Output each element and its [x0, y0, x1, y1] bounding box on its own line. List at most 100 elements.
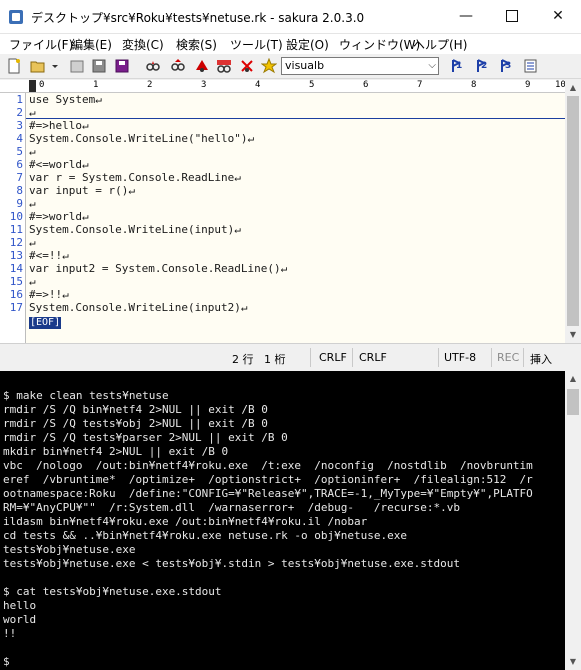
scroll-down-icon[interactable]: ▼	[565, 654, 581, 670]
close-file-icon[interactable]	[69, 58, 85, 74]
terminal-line: vbc /nologo /out:bin¥netf4¥roku.exe /t:e…	[3, 459, 533, 472]
terminal-scrollbar[interactable]: ▲ ▼	[565, 371, 581, 670]
terminal-line: world	[3, 613, 37, 626]
menu-file[interactable]: ファイル(F)	[9, 36, 73, 53]
editor-line[interactable]: 10 #=>world↵	[0, 210, 565, 223]
status-eol-input[interactable]: CRLF	[319, 351, 347, 364]
code-text: ↵	[29, 236, 36, 249]
editor-line[interactable]: 3 #=>hello↵	[0, 119, 565, 132]
ruler-cursor-marker	[29, 80, 36, 92]
terminal-output[interactable]: $ make clean tests¥netuse rmdir /S /Q bi…	[0, 371, 565, 670]
line-number: 14	[9, 262, 23, 275]
save-as-icon[interactable]	[114, 58, 130, 74]
terminal-prompt: $	[3, 655, 10, 668]
terminal-line: mkdir bin¥netf4 2>NUL || exit /B 0	[3, 445, 229, 458]
open-dropdown-icon[interactable]	[50, 58, 60, 74]
status-divider	[310, 348, 311, 367]
terminal-line: hello	[3, 599, 37, 612]
editor-line[interactable]: 14 var input2 = System.Console.ReadLine()…	[0, 262, 565, 275]
menu-settings[interactable]: 設定(O)	[286, 36, 329, 53]
editor-line[interactable]: 12 ↵	[0, 236, 565, 249]
line-number: 15	[9, 275, 23, 288]
highlight-search-icon[interactable]	[261, 58, 277, 74]
editor-line[interactable]: 5 ↵	[0, 145, 565, 158]
ruler-tick: 8	[471, 80, 477, 90]
line-number: 8	[16, 184, 23, 197]
code-text: use System↵	[29, 93, 102, 106]
new-file-icon[interactable]	[6, 58, 22, 74]
code-text: #=>!!↵	[29, 288, 69, 301]
editor-line[interactable]: 13 #<=!!↵	[0, 249, 565, 262]
status-divider	[523, 348, 524, 367]
line-number: 6	[16, 158, 23, 171]
line-number: 7	[16, 171, 23, 184]
bookmark-list-icon[interactable]	[523, 58, 539, 74]
menu-edit[interactable]: 編集(E)	[71, 36, 112, 53]
toolbar: visualb ⌵ 1 2 3	[0, 54, 581, 79]
line-number: 13	[9, 249, 23, 262]
code-text: var input2 = System.Console.ReadLine()↵	[29, 262, 288, 275]
terminal-line: ootnamespace:Roku /define:"CONFIG=¥"Rele…	[3, 487, 533, 500]
terminal-line: !!	[3, 627, 17, 640]
line-number: 2	[16, 106, 23, 119]
chevron-down-icon[interactable]: ⌵	[428, 58, 436, 74]
scrollbar-thumb[interactable]	[567, 389, 579, 415]
scroll-down-icon[interactable]: ▼	[565, 327, 581, 343]
menu-help[interactable]: ヘルプ(H)	[413, 36, 467, 53]
editor-line[interactable]: 4 System.Console.WriteLine("hello")↵	[0, 132, 565, 145]
menu-window[interactable]: ウィンドウ(W)	[339, 36, 420, 53]
status-divider	[438, 348, 439, 367]
window-title: デスクトップ¥src¥Roku¥tests¥netuse.rk - sakura…	[31, 11, 365, 25]
code-text: #=>hello↵	[29, 119, 89, 132]
search-next-icon[interactable]	[194, 58, 210, 74]
scroll-up-icon[interactable]: ▲	[565, 80, 581, 96]
ruler-tick: 0	[39, 80, 45, 90]
editor-line[interactable]: 17 System.Console.WriteLine(input2)↵	[0, 301, 565, 314]
terminal-line: $ make clean tests¥netuse	[3, 389, 169, 402]
editor-scrollbar[interactable]: ▲ ▼	[565, 80, 581, 343]
editor-line[interactable]: 1 use System↵	[0, 93, 565, 106]
clear-mark-icon[interactable]	[239, 58, 255, 74]
menu-convert[interactable]: 変換(C)	[122, 36, 164, 53]
ruler-tick: 2	[147, 80, 153, 90]
maximize-button[interactable]	[489, 0, 535, 33]
editor-line[interactable]: 9 ↵	[0, 197, 565, 210]
editor-line[interactable]: 6 #<=world↵	[0, 158, 565, 171]
menu-bar: ファイル(F) 編集(E) 変換(C) 検索(S) ツール(T) 設定(O) ウ…	[0, 34, 581, 54]
search-prev-icon[interactable]	[170, 58, 186, 74]
editor-line[interactable]: 15 ↵	[0, 275, 565, 288]
close-button[interactable]: ✕	[535, 0, 581, 33]
ruler: 0 1 2 3 4 5 6 7 8 9 10	[0, 80, 566, 93]
editor-line[interactable]: 16 #=>!!↵	[0, 288, 565, 301]
editor-line[interactable]: 7 var r = System.Console.ReadLine↵	[0, 171, 565, 184]
status-insert-mode[interactable]: 挿入	[530, 351, 552, 367]
line-number: 5	[16, 145, 23, 158]
sakura-app-icon	[9, 10, 23, 24]
scrollbar-thumb[interactable]	[567, 96, 579, 326]
search-combobox[interactable]: visualb ⌵	[281, 57, 439, 75]
minimize-button[interactable]: —	[443, 0, 489, 33]
code-text: ↵	[29, 145, 36, 158]
editor-line[interactable]: 11 System.Console.WriteLine(input)↵	[0, 223, 565, 236]
menu-search[interactable]: 検索(S)	[176, 36, 217, 53]
ruler-tick: 1	[93, 80, 99, 90]
editor-area[interactable]: 1 use System↵ 2 ↵ 3 #=>hello↵ 4 System.Conso…	[0, 93, 565, 343]
code-text: System.Console.WriteLine("hello")↵	[29, 132, 255, 145]
terminal-line: rmdir /S /Q tests¥parser 2>NUL || exit /…	[3, 431, 288, 444]
code-text: var input = r()↵	[29, 184, 135, 197]
line-number: 3	[16, 119, 23, 132]
code-text: #<=!!↵	[29, 249, 69, 262]
replace-icon[interactable]	[216, 58, 232, 74]
line-number: 16	[9, 288, 23, 301]
maximize-icon	[506, 10, 518, 22]
status-encoding[interactable]: UTF-8	[444, 351, 476, 364]
scroll-up-icon[interactable]: ▲	[565, 371, 581, 387]
editor-line[interactable]: 8 var input = r()↵	[0, 184, 565, 197]
save-icon[interactable]	[91, 58, 107, 74]
grep-icon[interactable]	[145, 58, 161, 74]
eof-marker: [EOF]	[29, 317, 62, 329]
status-eol[interactable]: CRLF	[359, 351, 387, 364]
ruler-tick: 7	[417, 80, 423, 90]
open-file-icon[interactable]	[30, 58, 46, 74]
menu-tools[interactable]: ツール(T)	[230, 36, 283, 53]
